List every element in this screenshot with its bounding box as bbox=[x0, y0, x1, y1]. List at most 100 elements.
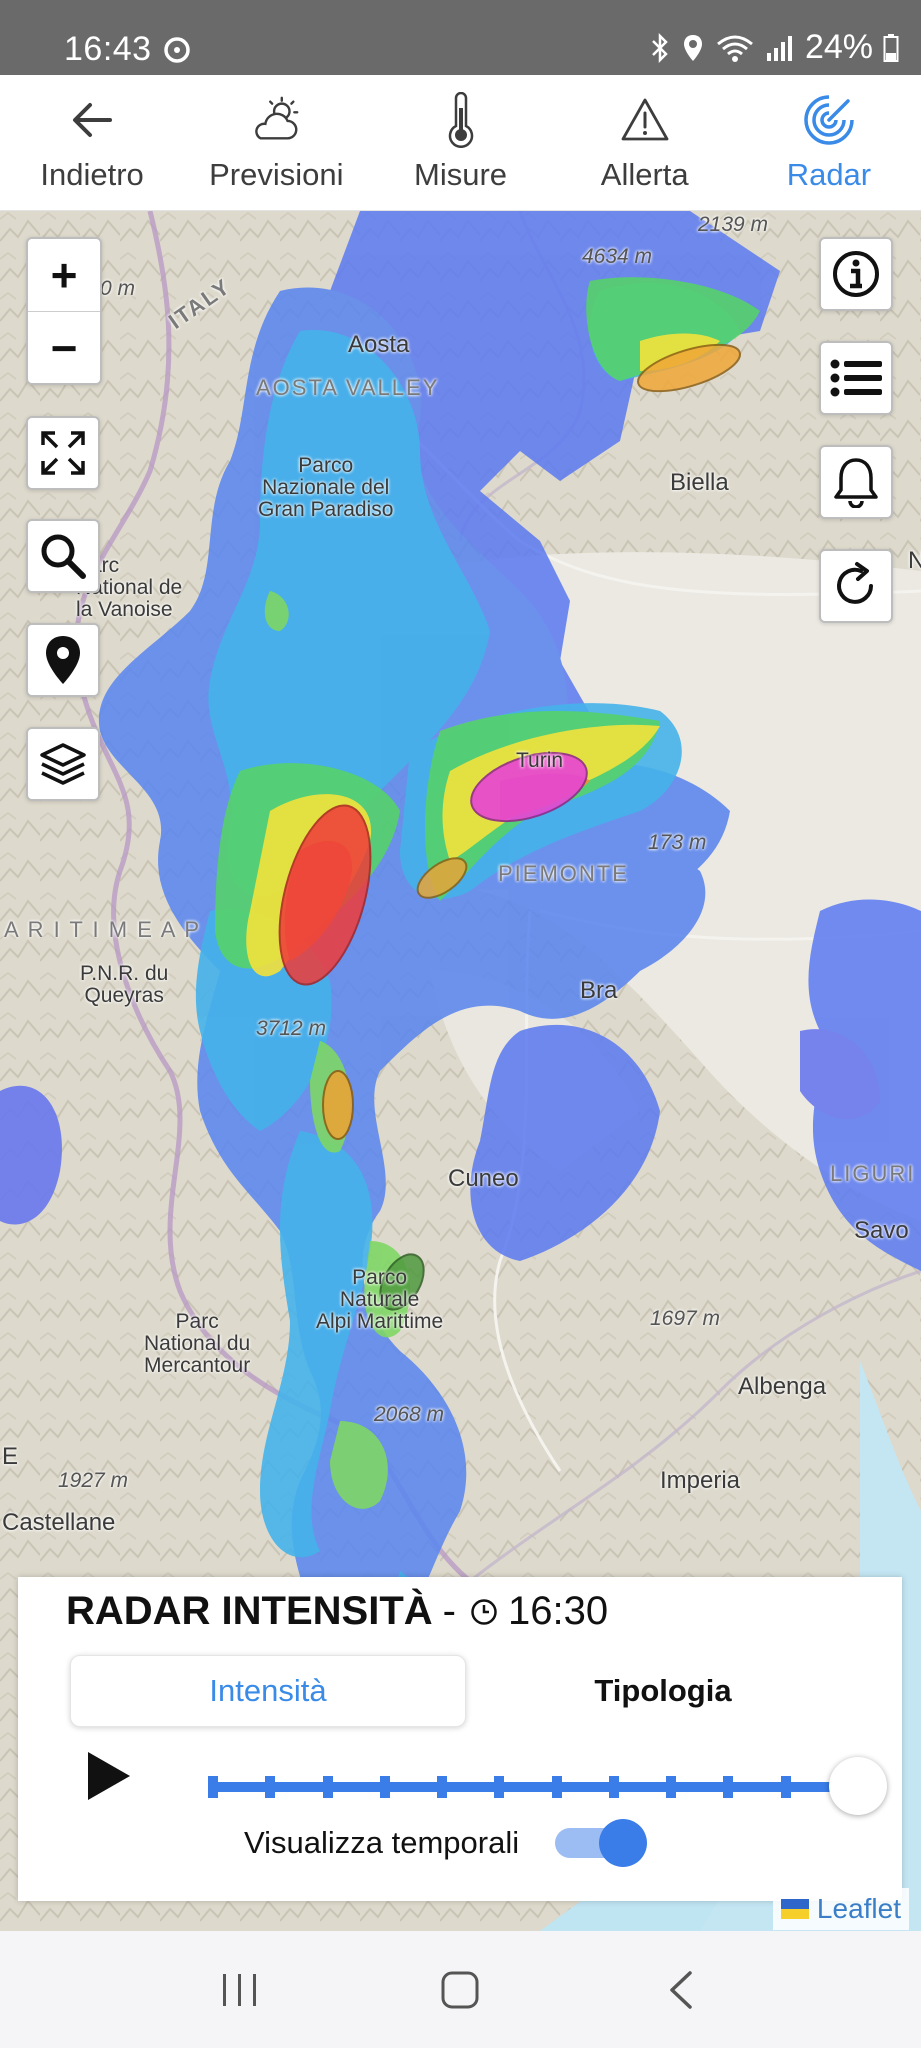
city-label: Savo bbox=[854, 1217, 909, 1244]
warning-icon bbox=[618, 93, 672, 147]
radar-title: RADAR INTENSITÀ - 16:30 bbox=[66, 1589, 608, 1634]
nav-radar[interactable]: Radar bbox=[737, 75, 921, 210]
timeline-tick[interactable] bbox=[379, 1776, 390, 1798]
park-label: Parco Naturale Alpi Marittime bbox=[316, 1266, 444, 1333]
region-label: PIEMONTE bbox=[498, 861, 629, 886]
city-label: Albenga bbox=[738, 1373, 827, 1400]
system-navigation-bar bbox=[0, 1931, 921, 2048]
legend-button[interactable] bbox=[819, 341, 893, 415]
layers-icon bbox=[40, 743, 86, 785]
refresh-icon bbox=[837, 562, 873, 604]
elevation-label: 4634 m bbox=[582, 245, 653, 268]
battery-percent: 24% bbox=[804, 28, 873, 66]
storms-toggle-label: Visualizza temporali bbox=[244, 1825, 520, 1860]
timeline-slider[interactable] bbox=[192, 1757, 887, 1815]
elevation-label: 1927 m bbox=[58, 1469, 129, 1492]
search-button[interactable] bbox=[26, 519, 100, 593]
city-label: Bra bbox=[580, 977, 618, 1004]
map-edge-label: N bbox=[908, 547, 921, 574]
ukraine-flag-icon bbox=[780, 1899, 809, 1919]
timeline-tick[interactable] bbox=[437, 1776, 448, 1798]
city-label: Turin bbox=[516, 749, 564, 772]
status-bar: 16:43 24% bbox=[0, 0, 921, 75]
timeline-thumb[interactable] bbox=[829, 1757, 887, 1815]
play-icon bbox=[88, 1752, 130, 1800]
zoom-out-button[interactable]: − bbox=[28, 311, 100, 383]
timeline-tick[interactable] bbox=[551, 1776, 562, 1798]
wifi-icon bbox=[716, 35, 753, 62]
timeline-tick[interactable] bbox=[265, 1776, 276, 1798]
nav-alert[interactable]: Allerta bbox=[553, 75, 737, 210]
elevation-label: 173 m bbox=[648, 831, 707, 854]
region-label: A R I T I M E A P bbox=[4, 917, 202, 942]
layers-button[interactable] bbox=[26, 727, 100, 801]
search-icon bbox=[41, 534, 86, 579]
storms-toggle[interactable] bbox=[555, 1819, 648, 1867]
attribution-text: Leaflet bbox=[816, 1893, 901, 1924]
refresh-button[interactable] bbox=[819, 549, 893, 623]
radar-mode-tabs: Intensità Tipologia bbox=[70, 1655, 860, 1727]
signal-icon bbox=[766, 35, 792, 61]
zoom-in-button[interactable]: + bbox=[28, 239, 100, 311]
back-arrow-icon bbox=[65, 93, 119, 147]
status-indicators: 24% bbox=[649, 28, 899, 67]
map-edge-label: E bbox=[2, 1443, 19, 1470]
storms-toggle-row: Visualizza temporali bbox=[244, 1819, 648, 1867]
recent-apps-icon bbox=[223, 1973, 257, 2006]
nav-label: Radar bbox=[786, 157, 872, 192]
radar-title-text: RADAR INTENSITÀ bbox=[66, 1589, 433, 1633]
nav-label: Allerta bbox=[600, 157, 689, 192]
map-attribution[interactable]: Leaflet bbox=[772, 1888, 909, 1930]
park-label: P.N.R. du Queyras bbox=[80, 962, 169, 1007]
timeline-tick[interactable] bbox=[208, 1776, 218, 1798]
city-label: Biella bbox=[670, 469, 729, 496]
nav-label: Previsioni bbox=[209, 157, 344, 192]
nav-measures[interactable]: Misure bbox=[368, 75, 552, 210]
app-notification-icon bbox=[164, 37, 190, 63]
tab-typology[interactable]: Tipologia bbox=[466, 1655, 860, 1727]
back-chevron-icon bbox=[670, 1970, 692, 2009]
bluetooth-icon bbox=[652, 32, 668, 63]
radar-time: 16:30 bbox=[508, 1589, 609, 1633]
tab-intensity[interactable]: Intensità bbox=[70, 1655, 466, 1727]
elevation-label: 2068 m bbox=[374, 1403, 445, 1426]
home-icon bbox=[441, 1971, 479, 2008]
list-icon bbox=[830, 359, 882, 397]
nav-back[interactable]: Indietro bbox=[0, 75, 184, 210]
play-button[interactable] bbox=[74, 1741, 144, 1811]
timeline-tick[interactable] bbox=[322, 1776, 333, 1798]
battery-icon bbox=[883, 33, 899, 62]
info-button[interactable] bbox=[819, 237, 893, 311]
radar-icon bbox=[802, 93, 856, 147]
home-button[interactable] bbox=[430, 1960, 490, 2020]
timeline-tick[interactable] bbox=[608, 1776, 619, 1798]
nav-forecast[interactable]: Previsioni bbox=[184, 75, 368, 210]
region-label: AOSTA VALLEY bbox=[256, 375, 440, 400]
timeline-tick[interactable] bbox=[723, 1776, 734, 1798]
locate-button[interactable] bbox=[26, 623, 100, 697]
timeline-track bbox=[208, 1782, 848, 1792]
fullscreen-button[interactable] bbox=[26, 416, 100, 490]
title-separator: - bbox=[442, 1589, 456, 1633]
elevation-label: 1697 m bbox=[650, 1307, 721, 1330]
back-button[interactable] bbox=[651, 1960, 711, 2020]
notifications-button[interactable] bbox=[819, 445, 893, 519]
timeline-tick[interactable] bbox=[666, 1776, 677, 1798]
region-label: LIGURI bbox=[830, 1161, 916, 1186]
recent-apps-button[interactable] bbox=[210, 1960, 270, 2020]
city-label: Castellane bbox=[2, 1509, 116, 1536]
park-label: Parco Nazionale del Gran Paradiso bbox=[258, 454, 394, 521]
city-label: Aosta bbox=[348, 331, 410, 358]
elevation-label: 2139 m bbox=[698, 213, 769, 236]
timeline-tick[interactable] bbox=[780, 1776, 791, 1798]
nav-label: Misure bbox=[414, 157, 508, 192]
zoom-control: + − bbox=[26, 237, 102, 385]
toggle-knob bbox=[599, 1819, 648, 1867]
radar-panel: RADAR INTENSITÀ - 16:30 Intensità Tipolo… bbox=[18, 1577, 902, 1901]
thermometer-icon bbox=[434, 92, 488, 148]
elevation-label: 0 m bbox=[100, 277, 136, 300]
timeline-tick[interactable] bbox=[494, 1776, 505, 1798]
expand-icon bbox=[41, 431, 85, 475]
weather-forecast-icon bbox=[249, 93, 303, 147]
nav-label: Indietro bbox=[40, 157, 144, 192]
